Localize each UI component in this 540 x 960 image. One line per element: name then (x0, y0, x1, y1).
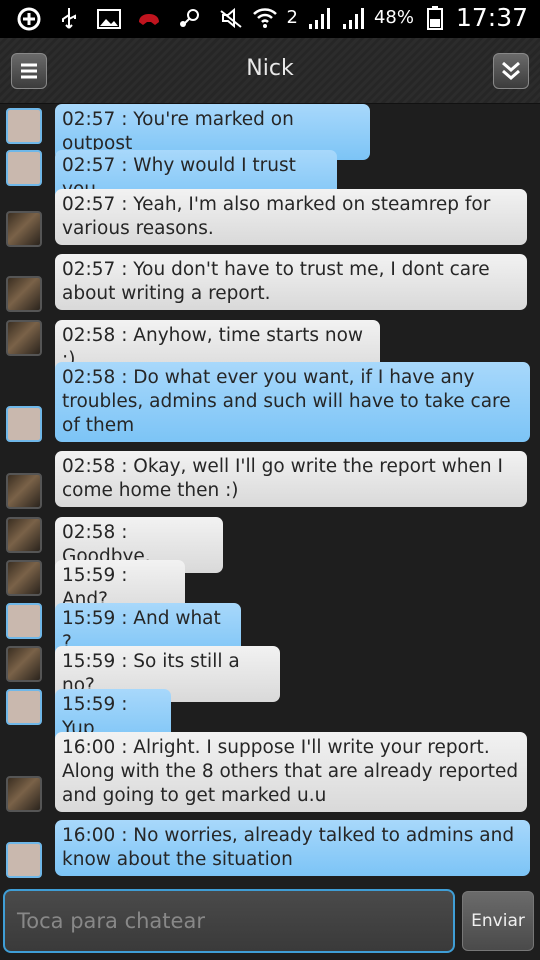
clock: 17:37 (455, 3, 528, 32)
avatar[interactable] (6, 276, 42, 312)
avatar[interactable] (6, 406, 42, 442)
avatar[interactable] (6, 211, 42, 247)
usb-icon (62, 8, 76, 29)
avatar[interactable] (6, 603, 42, 639)
send-button[interactable]: Enviar (462, 891, 534, 951)
avatar[interactable] (6, 150, 42, 186)
message-bubble[interactable]: 02:57 : Yeah, I'm also marked on steamre… (55, 189, 527, 245)
composer: Toca para chatear Enviar (0, 884, 540, 960)
double-chevron-down-icon (502, 61, 520, 80)
battery-percent: 48% (373, 7, 414, 28)
avatar[interactable] (6, 108, 42, 144)
battery-icon (426, 5, 443, 30)
avatar[interactable] (6, 646, 42, 682)
add-icon (17, 7, 41, 31)
chat-header: Nick (0, 38, 540, 104)
avatar[interactable] (6, 517, 42, 553)
contact-name: Nick (246, 56, 294, 81)
avatar[interactable] (6, 776, 42, 812)
message-bubble[interactable]: 02:58 : Do what ever you want, if I have… (55, 362, 530, 442)
avatar[interactable] (6, 560, 42, 596)
message-bubble[interactable]: 02:57 : You don't have to trust me, I do… (55, 254, 527, 310)
avatar[interactable] (6, 320, 42, 356)
game-controller-icon (139, 14, 159, 25)
avatar[interactable] (6, 689, 42, 725)
message-bubble[interactable]: 16:00 : No worries, already talked to ad… (55, 820, 530, 876)
signal-icon (308, 7, 330, 29)
avatar[interactable] (6, 473, 42, 509)
signal-icon (342, 7, 364, 29)
chat-input[interactable]: Toca para chatear (3, 889, 455, 953)
image-icon (97, 9, 121, 29)
wifi-icon (253, 7, 278, 28)
message-list[interactable]: 02:57 : You're marked on outpost 02:57 :… (0, 104, 540, 884)
collapse-button[interactable] (493, 53, 529, 89)
steam-icon (180, 9, 199, 27)
sim-slot: 2 (286, 7, 298, 28)
mute-icon (220, 7, 243, 28)
avatar[interactable] (6, 842, 42, 878)
message-bubble[interactable]: 16:00 : Alright. I suppose I'll write yo… (55, 732, 527, 812)
status-bar: 2 48% 17:37 (0, 0, 540, 38)
message-bubble[interactable]: 02:58 : Okay, well I'll go write the rep… (55, 451, 527, 507)
